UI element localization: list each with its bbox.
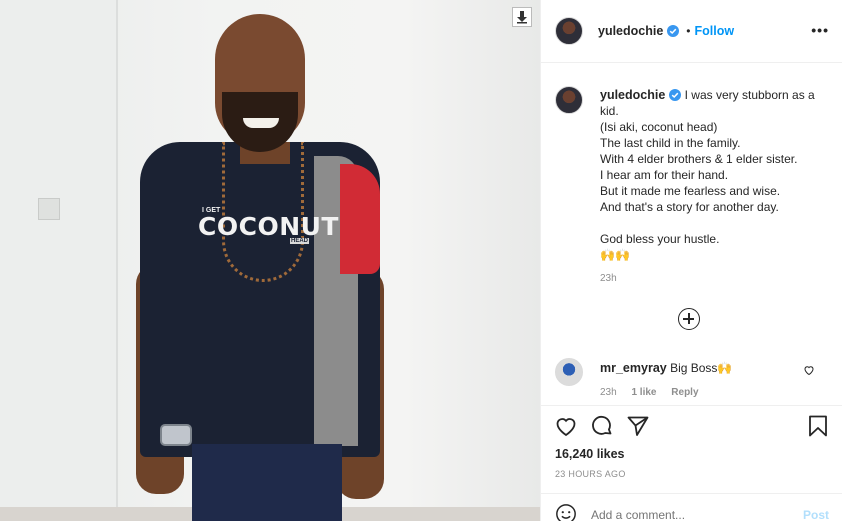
caption-text: I was very stubborn as a [684,88,815,102]
comment-bubble-icon[interactable] [590,414,614,438]
author-avatar[interactable] [555,17,583,45]
post-comment-button[interactable]: Post [803,508,829,521]
post-photo[interactable]: I GET COCONUT HEAD [0,0,540,521]
caption-line: yuledochie I was very stubborn as a [600,87,832,103]
post-caption: yuledochie I was very stubborn as a kid.… [600,87,832,263]
comment-item: mr_emyray Big Boss🙌 23h 1 like Reply [541,352,842,404]
caption-line: God bless your hustle. [600,232,720,246]
download-button[interactable] [512,7,532,27]
caption-line: And that's a story for another day. [600,200,779,214]
photo-light-switch [38,198,60,220]
caption-timestamp[interactable]: 23h [600,273,617,284]
emoji-smiley-icon[interactable] [555,503,577,521]
comment-text: Big Boss🙌 [670,361,733,375]
photo-smile [243,118,279,128]
save-bookmark-icon[interactable] [806,414,830,438]
more-options-icon[interactable]: ••• [811,22,829,38]
post-actions: 16,240 likes 23 HOURS AGO Post [541,405,842,521]
comment-likes[interactable]: 1 like [631,387,656,398]
caption-line: With 4 elder brothers & 1 elder sister. [600,152,798,166]
comment-meta: 23h 1 like Reply [600,387,711,398]
add-comment-input[interactable] [591,508,781,521]
photo-background-door [0,0,118,521]
post-header: yuledochie • Follow ••• [541,0,842,63]
caption-line: The last child in the family. [600,136,741,150]
like-heart-icon[interactable] [554,414,578,438]
header-separator-dot: • [686,24,691,38]
photo-watch [160,424,192,446]
caption-line: kid. [600,104,619,118]
commenter-username[interactable]: mr_emyray [600,361,667,375]
photo-shirt-sleeve [340,164,380,274]
photo-pants [192,444,342,521]
caption-line: I hear am for their hand. [600,168,729,182]
load-more-comments-button[interactable] [678,308,700,330]
caption-author-avatar[interactable] [555,86,583,114]
comment-reply-button[interactable]: Reply [671,387,698,398]
caption-author-username[interactable]: yuledochie [600,88,665,102]
caption-section: yuledochie I was very stubborn as a kid.… [541,64,842,339]
post-sidebar: yuledochie • Follow ••• yuledochie I was… [540,0,842,521]
download-arrow-icon [517,11,527,24]
commenter-avatar[interactable] [555,358,583,386]
verified-badge-icon [667,25,680,37]
author-username[interactable]: yuledochie [598,24,663,38]
likes-count[interactable]: 16,240 likes [555,447,625,461]
follow-button[interactable]: Follow [695,24,735,38]
author-name-wrap: yuledochie • Follow [598,24,734,38]
caption-line: 🙌🙌 [600,248,630,262]
shirt-print-tag: HEAD [290,238,310,244]
caption-line: (Isi aki, coconut head) [600,120,718,134]
comment-time[interactable]: 23h [600,387,617,398]
comment-like-heart-icon[interactable] [803,364,815,376]
post-timestamp[interactable]: 23 HOURS AGO [555,469,626,479]
photo-person: I GET COCONUT HEAD [130,14,400,521]
comment-body: mr_emyray Big Boss🙌 [600,361,732,375]
verified-badge-icon [669,89,682,101]
shirt-print-big: COCONUT [198,212,339,241]
caption-line: But it made me fearless and wise. [600,184,781,198]
add-comment-bar: Post [541,493,842,521]
share-send-icon[interactable] [626,414,650,438]
